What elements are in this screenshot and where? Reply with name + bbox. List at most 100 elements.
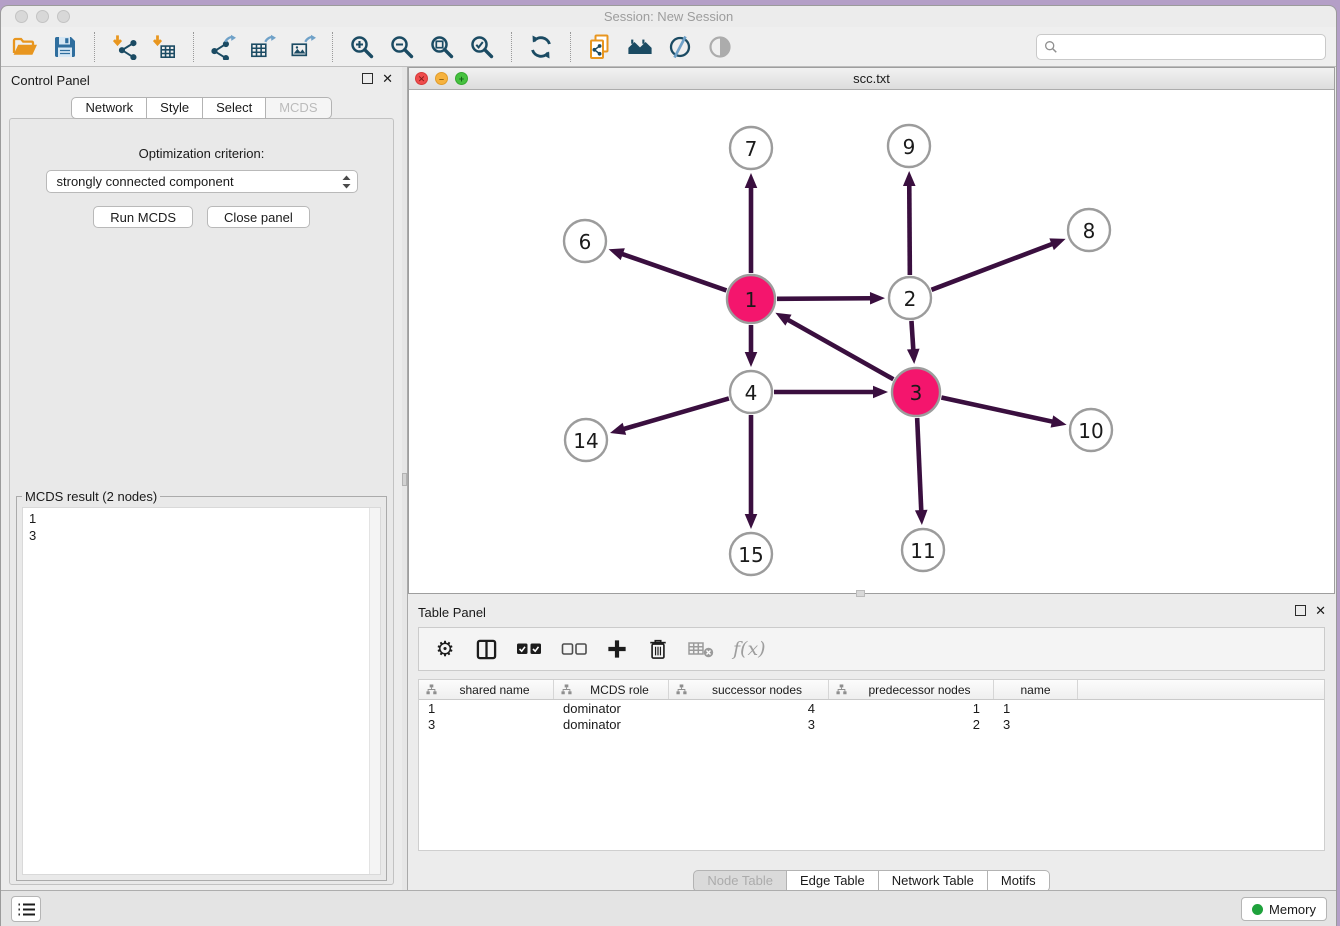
graph-node-14[interactable]: 14	[565, 419, 607, 461]
table-cell[interactable]: dominator	[554, 701, 669, 716]
close-panel-button[interactable]: Close panel	[207, 206, 310, 228]
tab-network[interactable]: Network	[71, 97, 147, 119]
add-column-icon[interactable]	[606, 636, 628, 662]
float-panel-icon[interactable]	[362, 73, 373, 84]
export-table-icon[interactable]	[249, 33, 277, 61]
graph-edge-1-6[interactable]	[609, 248, 727, 290]
window-close-button[interactable]	[15, 10, 28, 23]
float-table-panel-icon[interactable]	[1295, 605, 1306, 616]
task-history-button[interactable]	[11, 896, 41, 922]
graph-edge-3-1[interactable]	[775, 313, 893, 379]
table-row[interactable]: 1dominator411	[419, 700, 1324, 716]
graph-node-6[interactable]: 6	[564, 220, 606, 262]
table-cell[interactable]: 1	[419, 701, 554, 716]
graph-edge-4-15[interactable]	[745, 415, 758, 529]
table-tab-node-table[interactable]: Node Table	[693, 870, 787, 892]
column-header-name[interactable]: name	[994, 680, 1078, 699]
network-minimize-button[interactable]: –	[435, 72, 448, 85]
graph-node-10[interactable]: 10	[1070, 409, 1112, 451]
first-neighbors-icon[interactable]	[626, 33, 654, 61]
table-cell[interactable]: 1	[829, 701, 994, 716]
graph-edge-4-14[interactable]	[610, 398, 729, 434]
network-table-resize-grip[interactable]	[856, 590, 865, 597]
import-table-icon[interactable]	[150, 33, 178, 61]
export-image-icon[interactable]	[289, 33, 317, 61]
select-all-icon[interactable]	[516, 636, 542, 662]
close-table-panel-icon[interactable]: ✕	[1315, 605, 1326, 616]
table-cell[interactable]: 2	[829, 717, 994, 732]
graph-edge-1-4[interactable]	[745, 325, 758, 367]
network-maximize-button[interactable]: +	[455, 72, 468, 85]
graph-edge-4-3[interactable]	[774, 386, 888, 399]
table-cell[interactable]: 4	[669, 701, 829, 716]
memory-button[interactable]: Memory	[1241, 897, 1327, 921]
control-panel-title: Control Panel	[11, 73, 90, 88]
window-zoom-button[interactable]	[57, 10, 70, 23]
table-panel-tabs: Node TableEdge TableNetwork TableMotifs	[408, 870, 1335, 892]
tab-mcds[interactable]: MCDS	[266, 97, 331, 119]
table-cell[interactable]: 3	[669, 717, 829, 732]
graph-node-9[interactable]: 9	[888, 125, 930, 167]
table-row[interactable]: 3dominator323	[419, 716, 1324, 732]
table-tab-network-table[interactable]: Network Table	[879, 870, 988, 892]
import-network-icon[interactable]	[110, 33, 138, 61]
table-cell[interactable]: dominator	[554, 717, 669, 732]
run-mcds-button[interactable]: Run MCDS	[93, 206, 193, 228]
graph-node-7[interactable]: 7	[730, 127, 772, 169]
show-hide-details-icon[interactable]	[706, 33, 734, 61]
close-panel-icon[interactable]: ✕	[382, 73, 393, 84]
graph-node-15[interactable]: 15	[730, 533, 772, 575]
column-header-MCDS-role[interactable]: MCDS role	[554, 680, 669, 699]
zoom-out-icon[interactable]	[388, 33, 416, 61]
refresh-icon[interactable]	[527, 33, 555, 61]
graph-edge-3-11[interactable]	[915, 418, 928, 525]
table-tab-motifs[interactable]: Motifs	[988, 870, 1050, 892]
graph-edge-3-10[interactable]	[941, 398, 1066, 428]
column-header-successor-nodes[interactable]: successor nodes	[669, 680, 829, 699]
graph-edge-2-9[interactable]	[903, 171, 916, 275]
graph-edge-1-2[interactable]	[777, 292, 885, 305]
panel-resize-grip[interactable]	[402, 473, 407, 486]
graph-node-1[interactable]: 1	[727, 275, 775, 323]
control-panel-header: Control Panel ✕	[1, 67, 402, 93]
delete-column-icon[interactable]	[647, 636, 669, 662]
export-network-icon[interactable]	[209, 33, 237, 61]
graph-node-11[interactable]: 11	[902, 529, 944, 571]
deselect-all-icon[interactable]	[561, 636, 587, 662]
graph-node-3[interactable]: 3	[892, 368, 940, 416]
graph-node-4[interactable]: 4	[730, 371, 772, 413]
network-close-button[interactable]: ✕	[415, 72, 428, 85]
search-input[interactable]	[1063, 39, 1318, 54]
graph-edge-2-8[interactable]	[932, 238, 1066, 290]
graphics-details-icon[interactable]	[666, 33, 694, 61]
graph-edge-1-7[interactable]	[745, 173, 758, 273]
result-scrollbar[interactable]	[369, 508, 380, 874]
save-icon[interactable]	[51, 33, 79, 61]
network-canvas[interactable]: 1 2 3 4 6 7 8 9 10 11 14 15	[409, 90, 1334, 593]
zoom-in-icon[interactable]	[348, 33, 376, 61]
memory-status-icon	[1252, 904, 1263, 915]
graph-node-8[interactable]: 8	[1068, 209, 1110, 251]
tab-style[interactable]: Style	[147, 97, 203, 119]
network-window-titlebar: ✕ – + scc.txt	[409, 68, 1334, 90]
window-title: Session: New Session	[1, 6, 1336, 27]
table-cell[interactable]: 3	[994, 717, 1078, 732]
graph-node-2[interactable]: 2	[889, 277, 931, 319]
tab-select[interactable]: Select	[203, 97, 266, 119]
duplicate-network-icon[interactable]	[586, 33, 614, 61]
column-header-predecessor-nodes[interactable]: predecessor nodes	[829, 680, 994, 699]
zoom-selected-icon[interactable]	[468, 33, 496, 61]
table-cell[interactable]: 3	[419, 717, 554, 732]
column-header-shared-name[interactable]: shared name	[419, 680, 554, 699]
split-view-icon[interactable]	[475, 636, 497, 662]
mcds-tab-content: Optimization criterion: strongly connect…	[9, 118, 394, 885]
window-minimize-button[interactable]	[36, 10, 49, 23]
open-folder-icon[interactable]	[11, 33, 39, 61]
table-tab-edge-table[interactable]: Edge Table	[787, 870, 879, 892]
settings-gear-icon[interactable]: ⚙	[434, 636, 456, 662]
table-cell[interactable]: 1	[994, 701, 1078, 716]
graph-edge-2-3[interactable]	[907, 321, 920, 364]
zoom-fit-icon[interactable]	[428, 33, 456, 61]
criterion-select[interactable]: strongly connected component	[46, 170, 358, 193]
mcds-result-textarea[interactable]: 13	[22, 507, 381, 875]
